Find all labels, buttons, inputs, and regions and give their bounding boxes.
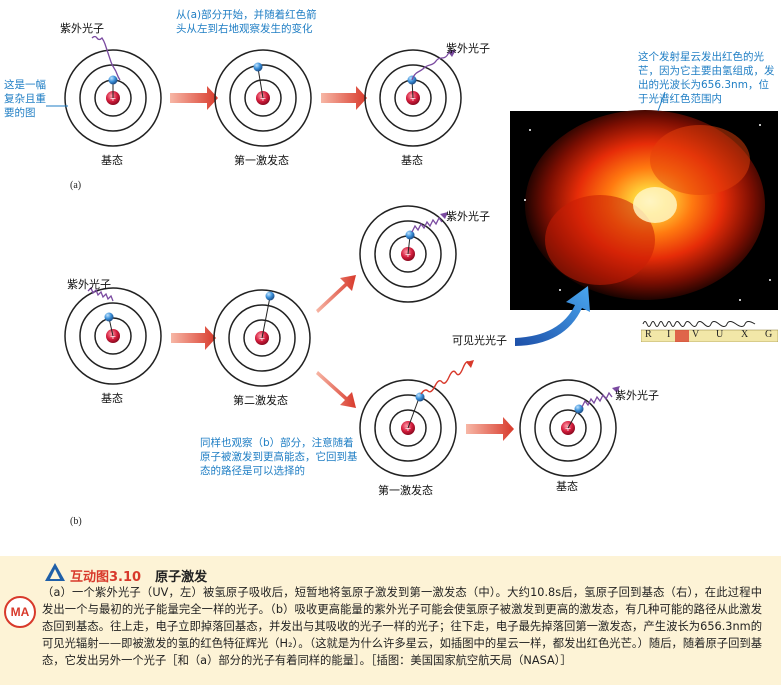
astronomy-logo-icon: [45, 563, 65, 581]
uv-photon-label: 紫外光子: [446, 42, 490, 55]
first-excited-label: 第一激发态: [378, 484, 433, 497]
spectrum-letter-x: X: [741, 329, 749, 340]
electron-icon: [405, 230, 415, 240]
svg-text:+: +: [565, 424, 572, 433]
atom-a-first-excited: +: [214, 49, 312, 147]
electron-icon: [253, 62, 263, 72]
visible-photon-wave: [420, 361, 471, 395]
ground-state-label: 基态: [401, 154, 423, 167]
uv-photon-wave: [91, 35, 121, 81]
red-arrow: [321, 86, 367, 110]
atom-b-lower-ground: +: [519, 379, 620, 477]
uv-photon-label: 紫外光子: [615, 389, 659, 402]
uv-photon-label: 紫外光子: [446, 210, 490, 223]
spectrum-letter-r: R: [645, 329, 652, 340]
caption-title: 原子激发: [155, 570, 208, 585]
caption-number: 互动图3.10: [70, 570, 142, 585]
red-arrow-up: [316, 275, 356, 313]
spectrum-letter-v: V: [692, 329, 700, 340]
mastering-astronomy-badge[interactable]: MA: [4, 596, 36, 628]
part-b-label: (b): [70, 516, 82, 527]
electron-icon: [415, 392, 425, 402]
atom-b-second-excited: +: [213, 289, 311, 387]
caption-heading: 互动图3.10 原子激发: [70, 566, 207, 585]
atom-b-first-excited: +: [359, 360, 474, 477]
spectrum-letter-i: I: [667, 329, 671, 340]
nebula-image: [510, 110, 778, 310]
figure-caption: 互动图3.10 原子激发 MA （a）一个紫外光子（UV，左）被氢原子吸收后，短暂…: [0, 556, 781, 685]
caption-body: （a）一个紫外光子（UV，左）被氢原子吸收后，短暂地将氢原子激发到第一激发态（中…: [42, 586, 762, 667]
first-excited-label: 第一激发态: [234, 154, 289, 167]
part-a-label: (a): [70, 180, 82, 191]
uv-photon-label: 紫外光子: [67, 278, 111, 291]
ground-state-label: 基态: [556, 480, 578, 493]
atom-a-ground-return: +: [364, 49, 462, 147]
uv-photon-label: 紫外光子: [60, 22, 104, 35]
red-arrow-down: [316, 371, 356, 408]
ground-state-label: 基态: [101, 392, 123, 405]
note-nebula: 这个发射星云发出红色的光芒，因为它主要由氢组成，发出的光波长为656.3nm，位…: [638, 51, 775, 105]
svg-text:+: +: [259, 334, 266, 343]
red-arrow: [171, 326, 216, 350]
atom-b-upper-ground: +: [359, 205, 457, 303]
spectrum-letter-u: U: [716, 329, 724, 340]
atom-b-ground: +: [64, 286, 162, 385]
ground-state-label: 基态: [101, 154, 123, 167]
visible-photon-label: 可见光光子: [452, 334, 507, 347]
note-left: 这是一幅复杂且重要的图: [4, 79, 46, 119]
electron-icon: [108, 75, 118, 85]
note-top: 从(a)部分开始，并随着红色箭头从左到右地观察发生的变化: [176, 9, 317, 35]
atom-a-ground: +: [64, 35, 162, 147]
spectrum-bar: R I V U X G: [640, 318, 779, 343]
electron-icon: [104, 312, 114, 322]
second-excited-label: 第二激发态: [233, 394, 288, 407]
svg-text:+: +: [405, 424, 412, 433]
note-bottom: 同样也观察（b）部分，注意随着原子被激发到更高能态，它回到基态的路径是可以选择的: [200, 437, 358, 477]
red-arrow: [170, 86, 218, 110]
svg-text:+: +: [110, 332, 117, 341]
spectrum-letter-g: G: [765, 329, 773, 340]
uv-photon-wave: [411, 216, 443, 233]
electron-icon: [265, 291, 275, 301]
red-arrow: [466, 417, 514, 441]
